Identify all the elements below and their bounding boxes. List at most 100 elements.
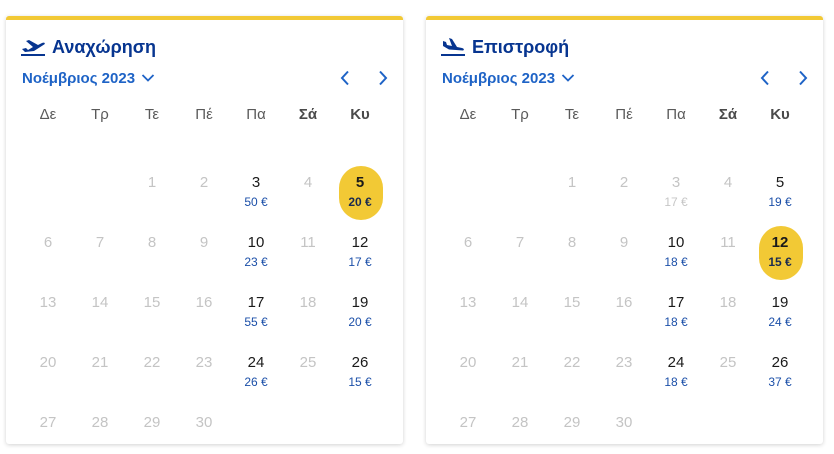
day-number: 10 [247,234,265,251]
weekday-header: Κυ [350,105,370,123]
day-cell: 14 [74,278,126,338]
day-price: 20 € [348,315,372,329]
day-cell: 7 [74,218,126,278]
day-number: 28 [91,414,109,431]
day-cell: 25 [282,338,334,398]
day-price: 55 € [244,315,268,329]
plane-landing-icon [441,38,465,56]
day-cell: 11 [702,218,754,278]
weekday-header: Κυ [770,105,790,123]
day-number: 6 [463,234,473,251]
day-number: 7 [95,234,105,251]
day-cell[interactable]: 10 18 € [650,218,702,278]
day-cell[interactable]: 26 15 € [334,338,386,398]
weekday-header: Πέ [195,105,213,123]
day-number: 14 [511,294,529,311]
day-cell: 22 [546,338,598,398]
day-number: 10 [667,234,685,251]
plane-takeoff-icon [21,40,45,56]
return-next-month-button[interactable] [791,66,815,90]
departure-calendar: Αναχώρηση Νοέμβριος 2023 Δε Τρ Τε Πέ Πα Σά Κυ 1… [6,16,403,444]
day-cell: 4 [702,158,754,218]
day-cell[interactable]: 19 24 € [754,278,806,338]
departure-month-select[interactable]: Νοέμβριος 2023 [22,66,155,90]
weekday-header: Τρ [511,105,529,123]
day-cell: 25 [702,338,754,398]
chevron-right-icon [379,70,388,86]
departure-next-month-button[interactable] [371,66,395,90]
day-cell-selected[interactable]: 5 20 € [334,158,386,220]
day-number: 21 [511,354,529,371]
day-cell[interactable]: 10 23 € [230,218,282,278]
day-cell[interactable]: 5 19 € [754,158,806,218]
day-cell: 18 [282,278,334,338]
day-number: 28 [511,414,529,431]
day-cell: 28 [494,398,546,454]
chevron-left-icon [760,70,769,86]
day-number: 15 [143,294,161,311]
day-number: 2 [619,174,629,191]
day-cell[interactable]: 24 26 € [230,338,282,398]
day-cell: 8 [546,218,598,278]
return-prev-month-button[interactable] [753,66,777,90]
day-number: 24 [667,354,685,371]
day-number: 12 [771,234,789,251]
day-price: 17 € [664,195,688,209]
day-cell: 21 [74,338,126,398]
day-cell: 20 [442,338,494,398]
day-number: 29 [563,414,581,431]
day-cell: 7 [494,218,546,278]
day-cell: 13 [442,278,494,338]
day-cell[interactable]: 26 37 € [754,338,806,398]
day-number: 27 [459,414,477,431]
chevron-right-icon [799,70,808,86]
day-price: 24 € [768,315,792,329]
day-number: 16 [615,294,633,311]
day-price: 17 € [348,255,372,269]
day-cell: 2 [178,158,230,218]
return-month-select[interactable]: Νοέμβριος 2023 [442,66,575,90]
departure-prev-month-button[interactable] [333,66,357,90]
day-cell[interactable]: 17 18 € [650,278,702,338]
day-number: 15 [563,294,581,311]
day-cell: 27 [22,398,74,454]
day-cell[interactable]: 12 17 € [334,218,386,278]
day-number: 30 [195,414,213,431]
chevron-down-icon [561,74,575,82]
day-number: 11 [300,234,316,251]
weekday-header: Δε [459,105,477,123]
day-cell: 3 17 € [650,158,702,218]
day-cell-selected[interactable]: 12 15 € [754,218,806,280]
day-number: 8 [147,234,157,251]
day-cell: 11 [282,218,334,278]
day-cell: 23 [178,338,230,398]
day-price: 50 € [244,195,268,209]
return-title-label: Επιστροφή [472,36,570,57]
departure-title-label: Αναχώρηση [52,36,157,57]
chevron-down-icon [141,74,155,82]
day-cell[interactable]: 24 18 € [650,338,702,398]
departure-month-label: Νοέμβριος 2023 [22,69,136,87]
day-cell: 30 [178,398,230,454]
day-number: 25 [299,354,317,371]
day-number: 20 [39,354,57,371]
day-cell: 1 [126,158,178,218]
weekday-header: Σά [718,105,738,123]
return-title: Επιστροφή [440,34,569,60]
day-cell[interactable]: 17 55 € [230,278,282,338]
day-cell[interactable]: 19 20 € [334,278,386,338]
weekday-header: Δε [39,105,57,123]
weekday-header: Πα [666,105,686,123]
departure-day-grid: Δε Τρ Τε Πέ Πα Σά Κυ 1 2 3 50 €4 5 20 €6 7 8 9 10 23 €11 1… [22,98,387,454]
day-cell: 15 [546,278,598,338]
day-number: 25 [719,354,737,371]
day-cell[interactable]: 3 50 € [230,158,282,218]
day-number: 27 [39,414,57,431]
day-cell: 22 [126,338,178,398]
weekday-header: Σά [298,105,318,123]
weekday-header: Τε [144,105,160,123]
day-cell: 1 [546,158,598,218]
day-cell: 14 [494,278,546,338]
day-number: 8 [567,234,577,251]
day-cell: 18 [702,278,754,338]
